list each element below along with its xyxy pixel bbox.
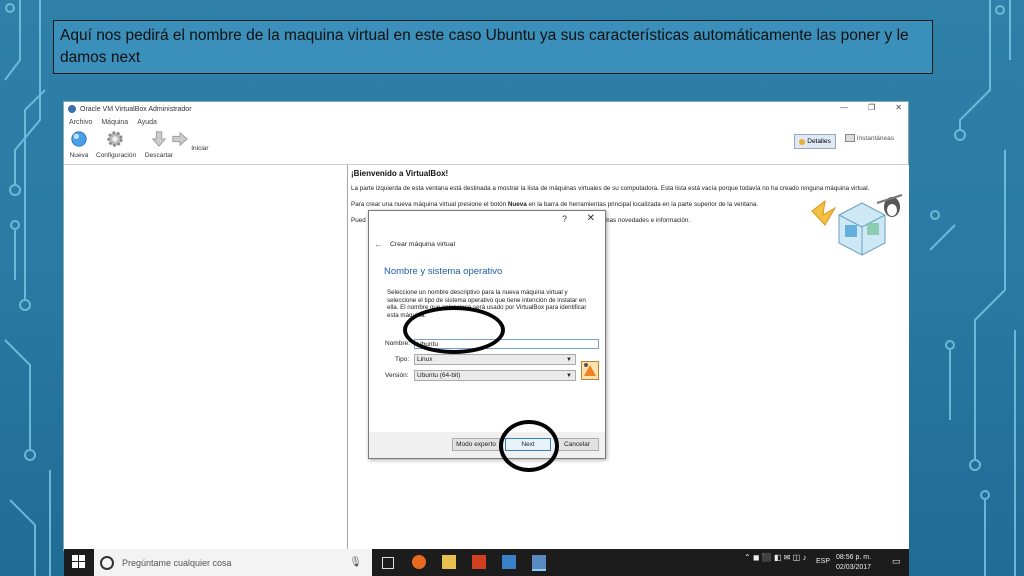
snapshots-label: Instantáneas bbox=[856, 134, 894, 142]
slide-caption: Aquí nos pedirá el nombre de la maquina … bbox=[53, 20, 933, 74]
window-controls: — ❐ ✕ bbox=[840, 103, 902, 112]
clock-time: 08:56 p. m. bbox=[836, 554, 872, 561]
virtualbox-mascot-icon bbox=[811, 194, 903, 256]
version-value: Ubuntu (64-bit) bbox=[417, 372, 461, 379]
start-label: Iniciar bbox=[191, 145, 209, 152]
firefox-icon[interactable] bbox=[412, 555, 426, 569]
windows-start-icon[interactable] bbox=[72, 555, 86, 569]
dialog-footer: Modo experto Next Cancelar bbox=[369, 432, 605, 458]
menu-bar: Archivo Máquina Ayuda bbox=[64, 116, 908, 128]
taskbar-search[interactable]: Pregúntame cualquier cosa 🎙 bbox=[94, 549, 372, 576]
p2-text-a: Para crear una nueva máquina virtual pre… bbox=[351, 201, 508, 208]
language-indicator[interactable]: ESP bbox=[816, 558, 830, 565]
welcome-paragraph-1: La parte izquierda de esta ventana está … bbox=[351, 185, 870, 192]
highlight-name-ellipse bbox=[403, 306, 505, 354]
section-heading: Nombre y sistema operativo bbox=[384, 266, 503, 277]
file-explorer-icon[interactable] bbox=[442, 555, 456, 569]
start-button[interactable]: Iniciar bbox=[171, 130, 209, 152]
window-title: Oracle VM VirtualBox Administrador bbox=[80, 105, 192, 113]
welcome-title: ¡Bienvenido a VirtualBox! bbox=[351, 169, 449, 178]
new-vm-button[interactable]: Nueva bbox=[60, 130, 98, 159]
dialog-title: Crear máquina virtual bbox=[390, 241, 455, 248]
type-select[interactable]: Linux ▼ bbox=[414, 354, 576, 365]
type-value: Linux bbox=[417, 356, 433, 363]
version-label: Versión: bbox=[385, 372, 409, 379]
menu-archivo[interactable]: Archivo bbox=[69, 119, 92, 126]
new-star-icon bbox=[71, 131, 87, 147]
arrow-down-icon bbox=[151, 131, 167, 147]
snapshots-button[interactable]: Instantáneas bbox=[844, 134, 894, 142]
title-bar: Oracle VM VirtualBox Administrador — ❐ ✕ bbox=[64, 102, 908, 116]
chevron-down-icon: ▼ bbox=[566, 357, 572, 363]
expert-mode-button[interactable]: Modo experto bbox=[452, 438, 500, 451]
gear-icon bbox=[107, 131, 123, 147]
details-icon bbox=[799, 138, 806, 145]
welcome-paragraph-3-start: Pued bbox=[351, 217, 366, 224]
settings-button[interactable]: Configuración bbox=[96, 130, 137, 159]
linux-os-icon bbox=[581, 361, 599, 380]
menu-ayuda[interactable]: Ayuda bbox=[137, 119, 157, 126]
task-view-icon[interactable] bbox=[382, 557, 394, 569]
new-vm-label: Nueva bbox=[69, 152, 89, 159]
details-button[interactable]: Detalles bbox=[794, 134, 836, 149]
p2-bold: Nueva bbox=[507, 201, 527, 208]
close-icon[interactable]: ✕ bbox=[895, 103, 902, 112]
chevron-down-icon: ▼ bbox=[566, 373, 572, 379]
arrow-right-icon bbox=[172, 131, 189, 147]
maximize-icon[interactable]: ❐ bbox=[868, 103, 875, 112]
back-arrow-icon[interactable]: ← bbox=[374, 239, 383, 249]
dialog-close-icon[interactable]: ✕ bbox=[587, 213, 595, 224]
virtualbox-icon bbox=[68, 105, 76, 113]
notifications-icon[interactable]: ▭ bbox=[892, 556, 901, 567]
camera-icon bbox=[844, 134, 855, 142]
welcome-paragraph-2: Para crear una nueva máquina virtual pre… bbox=[351, 201, 758, 208]
clock[interactable]: 08:56 p. m. 02/03/2017 bbox=[836, 553, 871, 573]
tray-icons[interactable]: ⌃ ◼ ⬛ ◧ ✉ ◫ ♪ bbox=[744, 553, 806, 562]
clock-date: 02/03/2017 bbox=[836, 564, 872, 571]
name-label: Nombre: bbox=[385, 340, 410, 347]
search-placeholder: Pregúntame cualquier cosa bbox=[122, 557, 232, 568]
type-label: Tipo: bbox=[395, 356, 410, 363]
menu-maquina[interactable]: Máquina bbox=[101, 119, 128, 126]
welcome-paragraph-3-end: imas novedades e información. bbox=[603, 217, 691, 224]
microphone-icon[interactable]: 🎙 bbox=[349, 557, 362, 568]
powerpoint-icon[interactable] bbox=[472, 555, 486, 569]
details-label: Detalles bbox=[807, 138, 831, 145]
cortana-icon bbox=[100, 555, 114, 570]
minimize-icon[interactable]: — bbox=[840, 103, 848, 112]
app-icon[interactable] bbox=[502, 555, 516, 569]
virtualbox-taskbar-icon[interactable] bbox=[532, 555, 546, 571]
settings-label: Configuración bbox=[96, 152, 137, 159]
help-icon[interactable]: ? bbox=[562, 214, 567, 224]
version-select[interactable]: Ubuntu (64-bit) ▼ bbox=[414, 370, 576, 381]
cancel-button[interactable]: Cancelar bbox=[555, 438, 599, 451]
discard-label: Descartar bbox=[144, 152, 174, 159]
p2-text-c: en la barra de herramientas principal lo… bbox=[526, 201, 759, 208]
dialog-titlebar: ? ✕ bbox=[369, 211, 605, 229]
vm-list[interactable] bbox=[64, 165, 348, 551]
highlight-next-ellipse bbox=[499, 420, 559, 472]
windows-taskbar: Pregúntame cualquier cosa 🎙 ⌃ ◼ ⬛ ◧ ✉ ◫ … bbox=[64, 549, 909, 576]
main-toolbar: Nueva Configuración Descartar Iniciar De… bbox=[64, 128, 908, 165]
